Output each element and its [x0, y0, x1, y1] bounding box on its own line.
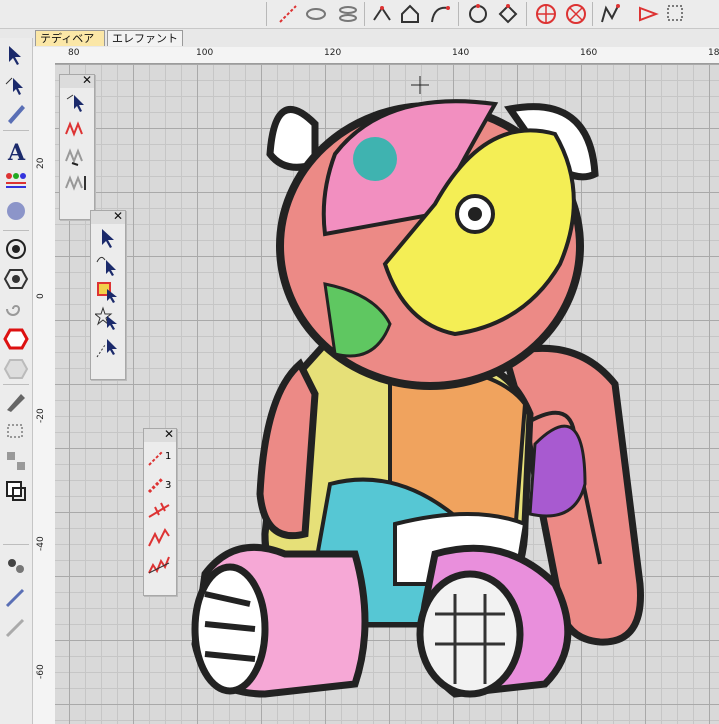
hexagon-tool-icon[interactable] — [3, 266, 29, 292]
motif-run-icon[interactable] — [147, 551, 173, 577]
document-tabs: テディベア✕ エレファント✕ — [33, 29, 719, 61]
color-select-icon[interactable] — [95, 279, 121, 305]
rotate-node-icon[interactable] — [466, 2, 490, 26]
ruler-label: 80 — [68, 48, 80, 58]
run-stitch-1-icon[interactable]: 1 — [147, 443, 173, 469]
needle-gray-icon[interactable] — [3, 614, 29, 640]
node-edit-icon[interactable] — [370, 2, 394, 26]
tab-label: エレファント — [112, 32, 178, 45]
ruler-label: -40 — [36, 536, 46, 551]
knife-tool-icon[interactable] — [3, 388, 29, 414]
vertical-ruler: 20 0 -20 -40 -60 — [33, 63, 56, 724]
palette-header: ✕ — [60, 74, 94, 88]
ruler-label: -20 — [36, 408, 46, 423]
close-icon[interactable]: ✕ — [164, 428, 174, 441]
ruler-corner — [33, 47, 56, 64]
ruler-label: 180 — [708, 48, 719, 58]
wave-select-icon[interactable] — [64, 116, 90, 142]
pen-tool-icon[interactable] — [3, 100, 29, 126]
badge-tool-icon[interactable] — [3, 198, 29, 224]
text-tool-icon[interactable]: A — [3, 138, 29, 166]
select-pointer-icon[interactable] — [95, 225, 121, 251]
object-palette: ✕ — [90, 210, 126, 380]
cylinder-icon[interactable] — [336, 2, 360, 26]
ruler-label: 20 — [36, 157, 46, 169]
house-shape-icon[interactable] — [398, 2, 422, 26]
design-canvas[interactable] — [55, 64, 719, 724]
red-hexagon-icon[interactable] — [3, 326, 29, 352]
monogram-tool-icon[interactable] — [3, 168, 29, 194]
ruler-label: 0 — [36, 293, 46, 299]
wavy-stitch-icon[interactable] — [64, 170, 90, 196]
select-area-icon[interactable] — [664, 2, 688, 26]
transform-node-icon[interactable] — [496, 2, 520, 26]
triple-run-icon[interactable] — [147, 497, 173, 523]
dotted-shape-icon[interactable] — [3, 418, 29, 444]
close-icon[interactable]: ✕ — [113, 210, 123, 223]
arrow-flag-icon[interactable] — [636, 2, 660, 26]
svg-text:A: A — [7, 140, 26, 164]
stitch-palette: ✕ 1 3 — [143, 428, 177, 596]
run-stitch-label: 3 — [165, 480, 171, 491]
target-circle-icon[interactable] — [3, 236, 29, 262]
curve-node-icon[interactable] — [428, 2, 452, 26]
close-icon[interactable]: ✕ — [82, 74, 92, 87]
horizontal-ruler: 80 100 120 140 160 180 — [55, 47, 719, 64]
circle-divide-icon[interactable] — [534, 2, 558, 26]
reshape-pointer-icon[interactable] — [3, 72, 29, 98]
palette-header: ✕ — [91, 210, 125, 224]
star-select-icon[interactable] — [93, 306, 121, 332]
toolbar-separator — [526, 2, 527, 26]
toolbar-separator — [364, 2, 365, 26]
line-segment-icon[interactable] — [276, 2, 300, 26]
object-box-icon[interactable] — [3, 478, 29, 504]
tab-label: テディベア — [40, 32, 95, 45]
left-toolbar: A — [0, 38, 33, 724]
zigzag-run-icon[interactable] — [147, 524, 173, 550]
ruler-label: 160 — [580, 48, 598, 58]
circle-star-icon[interactable] — [564, 2, 588, 26]
zigzag-node-icon[interactable] — [598, 2, 622, 26]
ruler-label: -60 — [36, 664, 46, 679]
run-stitch-3-icon[interactable]: 3 — [147, 470, 173, 496]
multi-stitch-select-icon[interactable] — [64, 143, 90, 169]
ruler-label: 140 — [452, 48, 470, 58]
run-stitch-label: 1 — [165, 451, 171, 462]
select-pointer-icon[interactable] — [3, 42, 29, 68]
tab-teddy-bear[interactable]: テディベア✕ — [35, 30, 105, 61]
ruler-label: 120 — [324, 48, 342, 58]
top-toolbar — [0, 0, 719, 29]
gray-hexagon-icon[interactable] — [3, 356, 29, 382]
rotate-3d-icon[interactable] — [304, 2, 328, 26]
toolbar-separator — [458, 2, 459, 26]
toolbar-separator — [592, 2, 593, 26]
selection-palette: ✕ — [59, 74, 95, 220]
spiral-tool-icon[interactable] — [3, 296, 29, 322]
teddy-bear-embroidery — [191, 76, 644, 698]
lasso-select-icon[interactable] — [95, 252, 121, 278]
palette-header: ✕ — [144, 428, 176, 442]
bead-tool-icon[interactable] — [3, 554, 29, 580]
select-pointer-icon[interactable] — [64, 89, 90, 115]
needle-tool-icon[interactable] — [3, 584, 29, 610]
toolbar-separator — [266, 2, 267, 26]
point-select-icon[interactable] — [95, 333, 121, 359]
ruler-label: 100 — [196, 48, 214, 58]
tab-elephant[interactable]: エレファント✕ — [107, 30, 183, 61]
fill-pattern-icon[interactable] — [3, 448, 29, 474]
